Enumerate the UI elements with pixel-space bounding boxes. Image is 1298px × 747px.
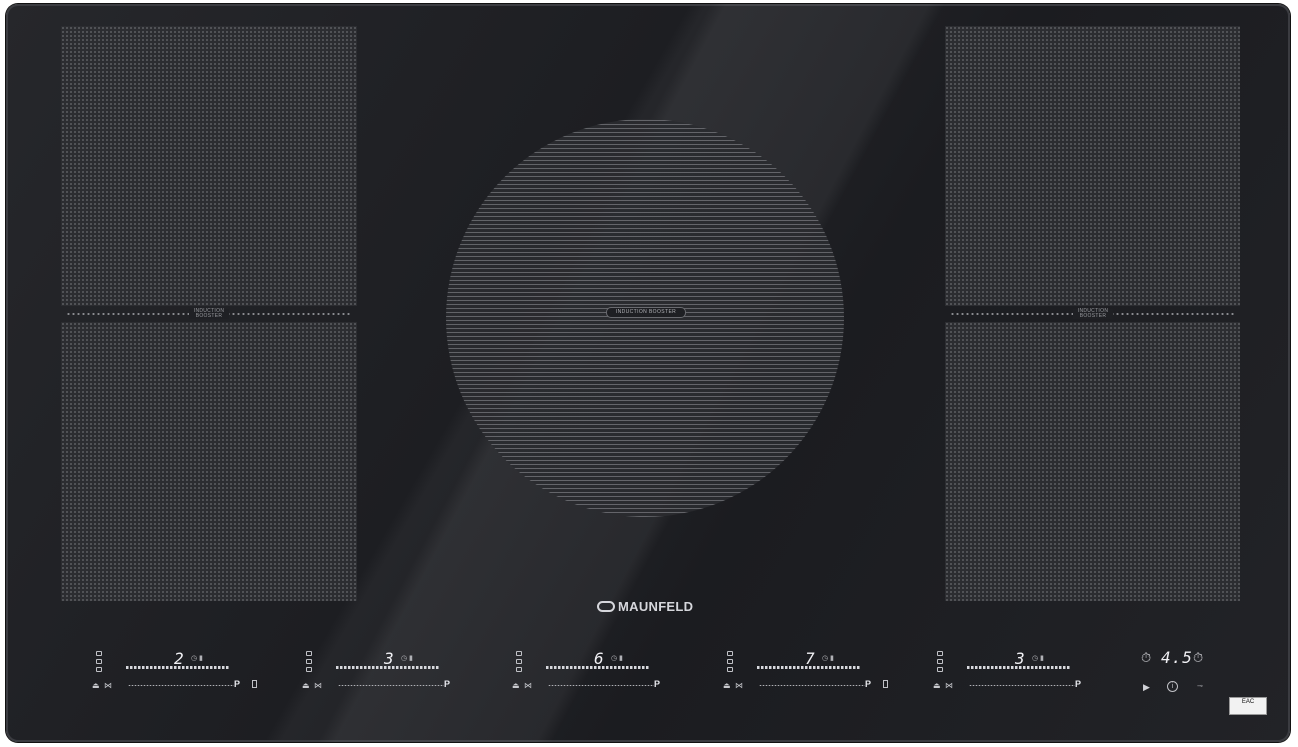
timer-icon[interactable]: ◷ ▮ (822, 654, 834, 662)
timer-icon[interactable]: ◷ ▮ (1032, 654, 1044, 662)
power-boost-button[interactable]: P (865, 679, 871, 689)
power-slider[interactable] (546, 666, 650, 669)
brand-logo: MAUNFELD (597, 599, 693, 614)
timer-icon[interactable]: ◷ ▮ (611, 654, 623, 662)
power-slider[interactable] (126, 666, 230, 669)
key-lock-icon[interactable]: ⊸ (1197, 682, 1203, 690)
pot-icon[interactable]: ⏏ (92, 681, 100, 690)
power-boost-button[interactable]: P (444, 679, 450, 689)
timer-plus-icon[interactable]: ⏱ (1193, 650, 1203, 666)
booster-label-left: INDUCTION BOOSTER (189, 309, 229, 319)
zone-indicator-leds (306, 651, 312, 675)
bridge-icon[interactable]: ⋈ (104, 681, 112, 690)
cooking-zone-center-round[interactable] (446, 119, 844, 517)
power-slider[interactable] (967, 666, 1071, 669)
bridge-icon[interactable]: ⋈ (735, 681, 743, 690)
power-dot-row[interactable] (548, 685, 654, 686)
timer-minus-icon[interactable]: ⏱ (1141, 650, 1151, 666)
control-group-zone-2: 3 ◷ ▮ ⏏ ⋈ P (302, 649, 486, 695)
control-group-zone-3: 6 ◷ ▮ ⏏ ⋈ P (512, 649, 696, 695)
power-slider[interactable] (336, 666, 440, 669)
bridge-icon[interactable]: ⋈ (314, 681, 322, 690)
cooking-zone-left-bottom[interactable] (61, 322, 357, 601)
power-dot-row[interactable] (128, 685, 234, 686)
control-group-zone-1: 2 ◷ ▮ ⏏ ⋈ P (92, 649, 276, 695)
timer-icon[interactable]: ◷ ▮ (191, 654, 203, 662)
play-icon[interactable]: ▶ (1143, 682, 1150, 693)
zone-indicator-leds (516, 651, 522, 675)
power-slider[interactable] (757, 666, 861, 669)
power-dot-row[interactable] (338, 685, 444, 686)
cooking-zone-right-bottom[interactable] (945, 322, 1240, 601)
lock-icon[interactable] (883, 680, 888, 688)
pot-icon[interactable]: ⏏ (512, 681, 520, 690)
zone-indicator-leds (937, 651, 943, 675)
lock-icon[interactable] (252, 680, 257, 688)
cooking-zone-left-top[interactable] (61, 26, 357, 306)
timer-icon[interactable]: ◷ ▮ (401, 654, 413, 662)
info-icon[interactable]: i (1167, 681, 1178, 692)
pot-icon[interactable]: ⏏ (723, 681, 731, 690)
control-group-zone-5: 3 ◷ ▮ ⏏ ⋈ P (933, 649, 1117, 695)
power-dot-row[interactable] (759, 685, 865, 686)
pot-icon[interactable]: ⏏ (933, 681, 941, 690)
bridge-icon[interactable]: ⋈ (524, 681, 532, 690)
power-boost-button[interactable]: P (654, 679, 660, 689)
certification-mark: EAC (1229, 697, 1267, 715)
brand-logo-icon (597, 601, 615, 613)
cooking-zone-right-top[interactable] (945, 26, 1240, 306)
pot-icon[interactable]: ⏏ (302, 681, 310, 690)
timer-display: 4.5 (1161, 648, 1193, 667)
power-boost-button[interactable]: P (1075, 679, 1081, 689)
control-group-zone-4: 7 ◷ ▮ ⏏ ⋈ P (723, 649, 907, 695)
power-boost-button[interactable]: P (234, 679, 240, 689)
bridge-icon[interactable]: ⋈ (945, 681, 953, 690)
zone-indicator-leds (96, 651, 102, 675)
power-dot-row[interactable] (969, 685, 1075, 686)
zone-indicator-leds (727, 651, 733, 675)
brand-name: MAUNFELD (618, 599, 694, 614)
timer-panel: ⏱ 4.5 ⏱ ▶ i ⊸ (1141, 648, 1217, 698)
booster-label-center: INDUCTION BOOSTER (606, 307, 686, 318)
booster-label-right: INDUCTION BOOSTER (1073, 309, 1113, 319)
